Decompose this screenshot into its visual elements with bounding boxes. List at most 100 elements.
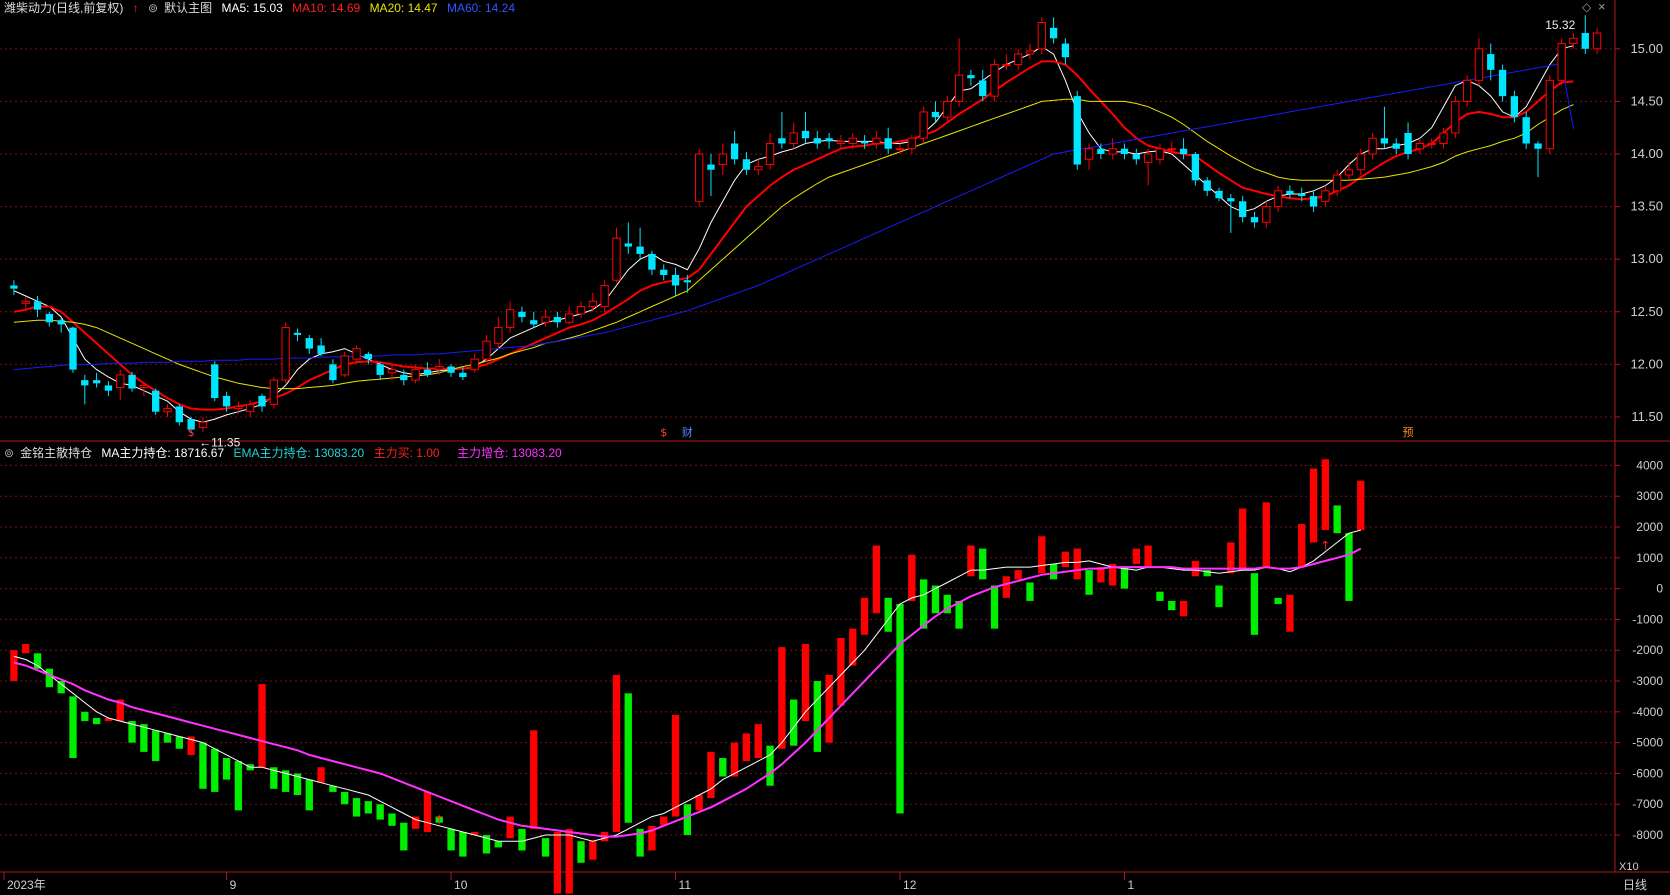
candle-down	[1286, 190, 1294, 194]
ma60-label: MA60: 14.24	[446, 1, 515, 15]
stock-name[interactable]: 潍柴动力	[4, 1, 52, 15]
close-icon[interactable]: ×	[1598, 0, 1606, 14]
indicator-bar-up	[1014, 570, 1022, 580]
price-tick-label: 13.50	[1630, 199, 1663, 214]
candle-up	[198, 421, 208, 428]
candle-up	[1155, 148, 1165, 160]
template-name[interactable]: 默认主图	[164, 1, 212, 15]
candle-up	[246, 403, 255, 413]
indicator-bar-down	[33, 653, 42, 669]
candle-up	[1344, 169, 1354, 176]
candle-up	[482, 340, 491, 360]
indicator-bar-up	[589, 841, 597, 860]
candle-up	[1451, 100, 1460, 134]
candle-down	[329, 364, 337, 381]
main-add-label: 主力增仓: 13083.20	[456, 446, 562, 460]
candle-up	[1084, 148, 1094, 160]
time-tick-label: 2023年	[7, 878, 46, 892]
price-tick-label: 14.50	[1630, 93, 1663, 108]
chart-mode[interactable]: (日线,前复权)	[52, 1, 123, 15]
indicator-tick-label: -8000	[1632, 828, 1663, 842]
indicator-bar-down	[364, 801, 373, 814]
ema-main-label: EMA主力持仓: 13083.20	[233, 446, 365, 460]
candle-down	[884, 138, 892, 149]
candle-down	[293, 332, 302, 335]
candle-down	[1227, 198, 1235, 202]
indicator-bar-up	[1038, 536, 1046, 574]
candle-down	[1215, 190, 1223, 199]
candle-down	[258, 395, 266, 407]
indicator-tick-label: -2000	[1632, 643, 1663, 657]
candle-down	[742, 159, 751, 170]
indicator-bar-down	[447, 828, 455, 851]
candle-down	[648, 253, 656, 270]
indicator-name[interactable]: 金铭主散持仓	[20, 446, 92, 460]
indicator-bar-up	[1073, 548, 1081, 580]
indicator-bar-down	[1026, 582, 1034, 601]
candle-up	[387, 369, 397, 374]
indicator-bar-up	[860, 597, 869, 635]
candle-up	[1368, 137, 1377, 155]
candle-down	[1179, 148, 1188, 154]
indicator-tick-label: -1000	[1632, 612, 1663, 626]
candle-up	[470, 358, 479, 371]
candle-up	[576, 306, 586, 315]
candle-down	[317, 345, 325, 354]
indicator-bar-up	[754, 724, 762, 759]
ma-line-ma5	[13, 45, 1574, 423]
indicator-tick-label: 1000	[1636, 551, 1663, 565]
candle-down	[459, 372, 467, 377]
candle-down	[364, 353, 373, 360]
candle-down	[1404, 132, 1412, 154]
ma-line-ma10	[13, 60, 1574, 411]
indicator-tick-label: -4000	[1632, 705, 1663, 719]
indicator-bar-down	[388, 813, 396, 826]
candle-up	[21, 300, 30, 304]
indicator-bar-up	[778, 647, 786, 749]
indicator-bar-down	[211, 748, 219, 792]
candle-down	[1498, 69, 1507, 97]
candle-up	[1356, 153, 1365, 171]
candle-down	[530, 320, 538, 325]
dropdown-icon[interactable]: ⊚	[148, 1, 158, 15]
main-chart-header: 潍柴动力(日线,前复权) ↑ ⊚ 默认主图 MA5: 15.03 MA10: 14…	[4, 0, 521, 16]
indicator-bar-up	[742, 733, 751, 762]
indicator-bar-up	[1061, 551, 1070, 568]
candle-down	[931, 111, 940, 118]
indicator-bar-up	[1286, 594, 1294, 632]
indicator-bar-down	[683, 804, 692, 836]
time-tick-label: 10	[454, 878, 468, 892]
candle-down	[33, 301, 42, 310]
indicator-bar-down	[955, 600, 963, 629]
indicator-bar-down	[459, 831, 467, 857]
candle-down	[1534, 143, 1542, 149]
sub-chart-header: ⊚ 金铭主散持仓 MA主力持仓: 18716.67 EMA主力持仓: 13083.…	[4, 444, 568, 461]
dropdown-icon[interactable]: ⊚	[4, 446, 14, 460]
candle-down	[825, 138, 833, 142]
scale-label: X10	[1619, 861, 1639, 873]
indicator-bar-down	[81, 711, 89, 722]
indicator-bar-up	[1179, 600, 1188, 617]
candle-up	[1037, 22, 1046, 50]
time-tick-label: 1	[1128, 878, 1135, 892]
candle-up	[116, 374, 125, 389]
indicator-tick-label: -3000	[1632, 674, 1663, 688]
indicator-bar-down	[884, 597, 892, 632]
indicator-bar-down	[1345, 533, 1353, 601]
candle-up	[765, 142, 775, 166]
candle-up	[789, 132, 798, 144]
candle-down	[1392, 143, 1400, 149]
time-tick-label: 11	[679, 878, 692, 892]
candle-down	[104, 385, 113, 391]
diamond-icon[interactable]: ◇	[1582, 0, 1591, 14]
candle-down	[778, 138, 786, 144]
indicator-bar-up	[317, 767, 325, 783]
indicator-bar-down	[163, 733, 172, 743]
indicator-bar-up	[553, 831, 562, 894]
indicator-bar-down	[541, 838, 550, 857]
candle-up	[1557, 43, 1566, 81]
indicator-bar-down	[719, 758, 727, 777]
candle-up	[1427, 142, 1436, 145]
candle-up	[612, 237, 621, 281]
indicator-bar-down	[813, 681, 821, 752]
